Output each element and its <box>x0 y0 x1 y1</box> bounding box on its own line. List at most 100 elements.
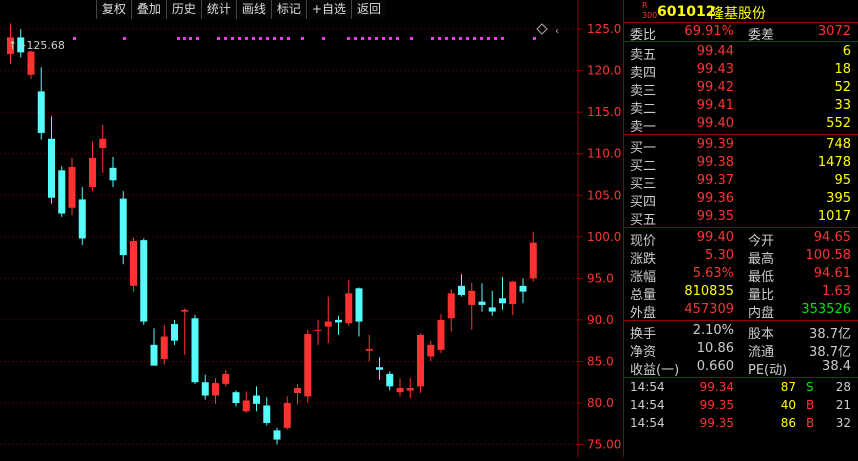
sell-orders: 卖五 99.44 6 卖四 99.43 18 卖三 99.42 52 卖二 99.41 33 卖一 99.… <box>624 42 858 135</box>
marker-dot <box>266 37 269 40</box>
collapse-icon[interactable]: ‹ <box>555 26 559 37</box>
candle-body <box>478 301 486 305</box>
finance-label: PE(动) <box>748 363 788 378</box>
toolbar-button[interactable]: 复权 <box>95 0 131 19</box>
marker-dot <box>459 37 462 40</box>
candle-body <box>345 293 353 324</box>
quote-value: 94.61 <box>813 266 851 281</box>
marker-dot <box>445 37 448 40</box>
quote-value: 100.58 <box>805 248 852 263</box>
candle-body <box>191 318 199 383</box>
chart-toolbar: 复权 叠加 历史 统计 画线 标记 +自选 返回 <box>95 0 386 19</box>
sell-order-row: 卖三 99.42 52 <box>624 79 858 99</box>
toolbar-button[interactable]: 统计 <box>200 0 236 19</box>
buy-order-price: 99.37 <box>696 173 734 188</box>
candle-body <box>150 344 158 366</box>
sell-order-volume: 552 <box>826 116 851 131</box>
marker-dot <box>123 37 126 40</box>
marker-dot <box>273 37 276 40</box>
candle-body <box>396 388 404 393</box>
marker-dot <box>217 37 220 40</box>
marker-dot <box>238 37 241 40</box>
candle-body <box>181 309 189 312</box>
committee-diff-label: 委差 <box>748 28 775 43</box>
y-tick-label: 115.0 <box>587 105 621 119</box>
committee-ratio-value: 69.91% <box>684 24 734 39</box>
quote-value: 810835 <box>684 284 734 299</box>
candle-body <box>529 242 537 279</box>
marker-dot <box>375 37 378 40</box>
candle-body <box>335 319 342 323</box>
candle-body <box>242 400 250 412</box>
candle-body <box>99 138 107 148</box>
toolbar-button[interactable]: 标记 <box>270 0 306 19</box>
marker-dot <box>431 37 434 40</box>
candle-body <box>447 293 455 319</box>
trade-row: 14:54 99.34 87 S 28 <box>624 379 858 397</box>
quote-value: 5.30 <box>705 248 734 263</box>
marker-dot <box>183 37 186 40</box>
y-tick-label: 105.0 <box>587 188 621 202</box>
toolbar-button[interactable]: 历史 <box>165 0 201 19</box>
buy-order-price: 99.36 <box>696 191 734 206</box>
candle-body <box>222 373 230 384</box>
buy-order-price: 99.39 <box>696 137 734 152</box>
marker-dot <box>177 37 180 40</box>
marker-dot <box>196 37 199 40</box>
candle-body <box>427 344 435 357</box>
marker-dot <box>231 37 234 40</box>
toolbar-button[interactable]: 画线 <box>235 0 271 19</box>
y-tick-label: 120.0 <box>587 64 621 78</box>
candle-body <box>140 240 148 322</box>
candle-body <box>119 198 127 256</box>
marker-dot <box>473 37 476 40</box>
candle-body <box>212 383 219 396</box>
buy-order-row: 买四 99.36 395 <box>624 190 858 210</box>
y-tick-label: 110.0 <box>587 147 621 161</box>
stock-header: R 300 601012 隆基股份 <box>624 0 858 23</box>
trade-volume: 87 <box>780 380 796 394</box>
marker-dot <box>354 37 357 40</box>
candle-body <box>68 167 76 208</box>
quote-row: 涨幅 5.63% 最低 94.61 <box>624 265 858 285</box>
sell-order-label: 卖一 <box>630 120 657 135</box>
candle-body <box>37 91 45 133</box>
marker-dot <box>396 37 399 40</box>
candle-body <box>509 281 517 305</box>
candle-body <box>263 405 271 423</box>
quote-row: 现价 99.40 今开 94.65 <box>624 229 858 249</box>
candle-body <box>201 382 209 396</box>
sell-order-volume: 52 <box>834 80 851 95</box>
marker-dot <box>224 37 227 40</box>
toolbar-button[interactable]: 叠加 <box>130 0 166 19</box>
buy-order-price: 99.35 <box>696 209 734 224</box>
finance-section: 换手 2.10% 股本 38.7亿 净资 10.86 流通 38.7亿 收益(一) 0.660 PE… <box>624 321 858 378</box>
marker-dot <box>280 37 283 40</box>
trade-volume: 86 <box>780 416 796 430</box>
marker-dot <box>480 37 483 40</box>
sell-order-price: 99.43 <box>696 62 734 77</box>
trade-count: 21 <box>835 398 851 412</box>
marker-dot <box>410 37 413 40</box>
sell-order-volume: 33 <box>834 98 851 113</box>
stock-code: 601012 <box>657 4 716 20</box>
finance-value: 38.4 <box>822 359 851 374</box>
candle-body <box>89 157 96 187</box>
candle-body <box>78 199 86 239</box>
candle-body <box>283 402 291 428</box>
marker-dot <box>259 37 262 40</box>
committee-ratio-label: 委比 <box>630 28 657 43</box>
quote-section: 现价 99.40 今开 94.65 涨跌 5.30 最高 100.58 涨幅 5.63% 最低 94.… <box>624 228 858 321</box>
finance-row: 净资 10.86 流通 38.7亿 <box>624 340 858 360</box>
trade-volume: 40 <box>780 398 796 412</box>
candlestick-chart[interactable]: 125.0 120.0 115.0 110.0 105.0 100.0 95.0 90.0 85… <box>0 0 622 457</box>
marker-dot <box>368 37 371 40</box>
candle-body <box>519 285 527 292</box>
marker-dot <box>189 37 192 40</box>
kline-chart[interactable]: 125.0 120.0 115.0 110.0 105.0 100.0 95.0 90.0 85… <box>0 0 622 457</box>
y-tick-label: 75.00 <box>587 438 621 452</box>
toolbar-button[interactable]: 返回 <box>350 0 386 19</box>
toolbar-button[interactable]: +自选 <box>305 0 351 19</box>
buy-order-label: 买五 <box>630 213 657 228</box>
candle-body <box>109 167 117 181</box>
